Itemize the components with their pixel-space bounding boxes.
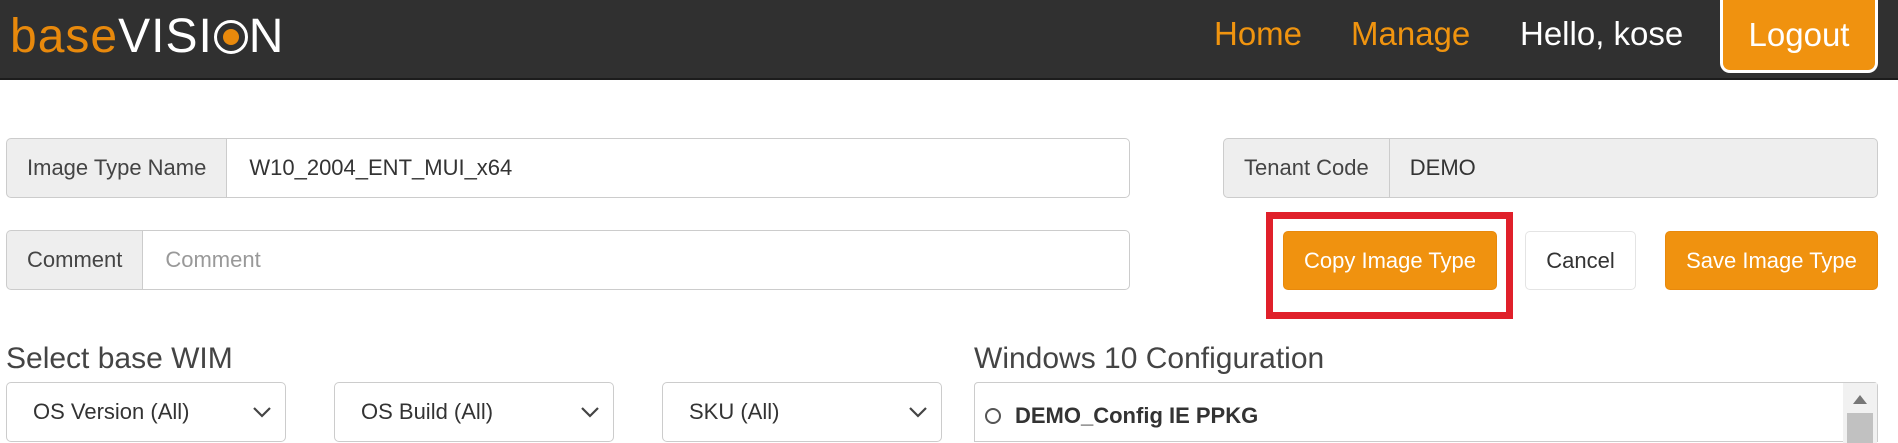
scroll-thumb[interactable] [1847, 413, 1873, 443]
logo-vision-part1: VISI [118, 10, 213, 63]
comment-label: Comment [6, 230, 143, 290]
chevron-down-icon [253, 407, 271, 418]
basevision-logo[interactable]: base VISI N [10, 12, 284, 62]
os-build-select[interactable]: OS Build (All) [334, 382, 614, 442]
image-type-name-label: Image Type Name [6, 138, 227, 198]
tenant-code-field: DEMO [1388, 138, 1878, 198]
sku-select[interactable]: SKU (All) [662, 382, 942, 442]
scrollbar[interactable] [1843, 383, 1877, 443]
chevron-down-icon [581, 407, 599, 418]
select-base-wim-title: Select base WIM [6, 342, 233, 375]
radio-button[interactable] [985, 408, 1001, 424]
config-list: DEMO_Config IE PPKG [974, 382, 1878, 443]
image-type-name-input[interactable] [247, 154, 1109, 182]
scroll-up-arrow-icon[interactable] [1853, 395, 1867, 404]
logo-base-text: base [10, 10, 119, 63]
sku-selected: SKU (All) [689, 399, 780, 424]
tenant-code-value: DEMO [1409, 155, 1476, 180]
user-greeting: Hello, kose [1520, 15, 1684, 52]
tenant-code-group: Tenant Code DEMO [1223, 138, 1878, 198]
logout-button[interactable]: Logout [1720, 0, 1878, 73]
config-item-label: DEMO_Config IE PPKG [1015, 403, 1259, 428]
logo-vision-part2: N [248, 10, 285, 63]
comment-group: Comment [6, 230, 1130, 290]
save-image-type-button[interactable]: Save Image Type [1665, 231, 1878, 290]
tenant-code-label: Tenant Code [1223, 138, 1389, 198]
os-build-selected: OS Build (All) [361, 399, 494, 424]
image-type-name-field[interactable] [226, 138, 1130, 198]
comment-input[interactable] [163, 246, 1109, 274]
windows-config-title: Windows 10 Configuration [974, 342, 1325, 375]
copy-image-type-button[interactable]: Copy Image Type [1283, 231, 1497, 290]
nav-home-link[interactable]: Home [1214, 14, 1302, 54]
image-type-name-group: Image Type Name [6, 138, 1130, 198]
top-navbar: base VISI N Home Manage Hello, kose Logo… [0, 0, 1898, 80]
os-version-selected: OS Version (All) [33, 399, 190, 424]
list-item[interactable]: DEMO_Config IE PPKG [985, 403, 1258, 429]
comment-field[interactable] [142, 230, 1130, 290]
chevron-down-icon [909, 407, 927, 418]
logo-vision-text: VISI N [118, 12, 284, 62]
os-version-select[interactable]: OS Version (All) [6, 382, 286, 442]
nav-manage-link[interactable]: Manage [1351, 14, 1470, 54]
eye-icon [213, 20, 248, 54]
cancel-button[interactable]: Cancel [1525, 231, 1636, 290]
